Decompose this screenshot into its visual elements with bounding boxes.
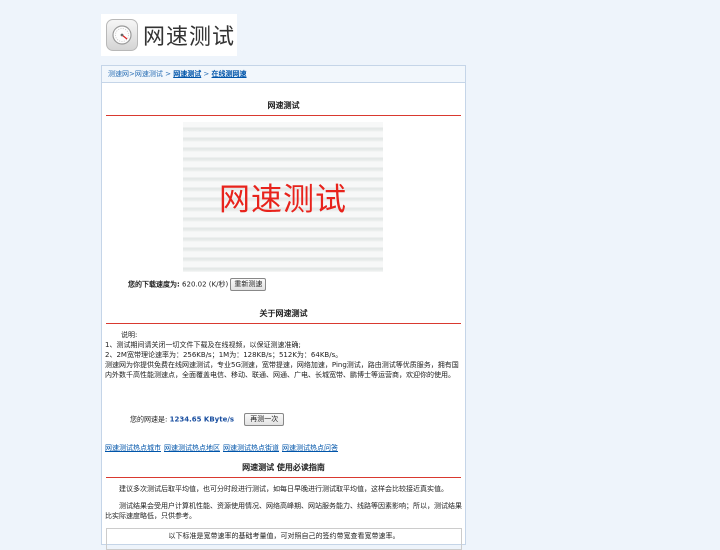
- hot-link-cities[interactable]: 网速测试热点城市: [105, 444, 161, 452]
- about-title: 关于网速测试: [259, 309, 308, 318]
- speed-result-value: 1234.65 KByte/s: [169, 415, 235, 424]
- breadcrumb: 测速网>网速测试 > 网速测试 > 在线测网速: [102, 66, 465, 83]
- bandwidth-notice: 以下标准是宽带速率的基础考量值，可对照自己的签约带宽查看宽带速率。: [106, 528, 462, 550]
- guide-paragraph-1: 建议多次测试后取平均值，也可分时段进行测试，如每日早晚进行测试取平均值，这样会比…: [119, 485, 448, 493]
- site-logo[interactable]: 网速测试: [101, 14, 237, 56]
- download-speed-row: 您的下载速度为: 620.02 (K/秒) 重新测速: [128, 278, 267, 291]
- about-line-2: 2、2M宽带理论速率为：256KB/s；1M为：128KB/s；512K为：64…: [105, 351, 343, 359]
- speed-result-row: 您的网速是: 1234.65 KByte/s 再测一次: [130, 413, 285, 426]
- breadcrumb-separator: >: [162, 70, 174, 78]
- about-intro: 说明:: [121, 331, 138, 339]
- breadcrumb-link-online[interactable]: 在线测网速: [212, 70, 247, 78]
- speedtest-title: 网速测试: [267, 101, 300, 110]
- hot-link-streets[interactable]: 网速测试热点街道: [223, 444, 279, 452]
- retest-button[interactable]: 重新测速: [230, 278, 267, 291]
- breadcrumb-home[interactable]: 测速网>网速测试: [108, 70, 163, 78]
- divider: [106, 477, 461, 478]
- speedtest-banner[interactable]: 网速测试: [183, 122, 383, 272]
- hot-link-qa[interactable]: 网速测试热点问答: [282, 444, 338, 452]
- site-title: 网速测试: [143, 25, 236, 50]
- banner-text: 网速测试: [219, 182, 347, 218]
- divider: [106, 323, 461, 324]
- guide-title: 网速测试 使用必读指南: [242, 463, 325, 472]
- main-panel: 测速网>网速测试 > 网速测试 > 在线测网速 网速测试 网速测试 您的下载速度…: [101, 65, 466, 550]
- breadcrumb-link-speedtest[interactable]: 网速测试: [173, 70, 201, 78]
- guide-paragraph-2: 测试结果会受用户计算机性能、资源使用情况、网络高峰期、网站服务能力、线路等因素影…: [105, 502, 462, 520]
- about-description: 测速网为你提供免费在线网速测试，专业5G测速，宽带提速，网络加速，Ping测试，…: [105, 361, 459, 379]
- hot-link-regions[interactable]: 网速测试热点地区: [164, 444, 220, 452]
- divider: [106, 115, 461, 116]
- test-again-button[interactable]: 再测一次: [244, 413, 285, 426]
- hot-links: 网速测试热点城市 网速测试热点地区 网速测试热点街道 网速测试热点问答: [105, 443, 341, 453]
- speed-result-label: 您的网速是:: [130, 415, 168, 424]
- breadcrumb-separator: >: [201, 70, 212, 78]
- speed-gauge-icon: [106, 19, 138, 51]
- about-line-1: 1、测试期间请关闭一切文件下载及在线视频，以保证测速准确;: [105, 341, 301, 349]
- download-speed-label: 您的下载速度为:: [128, 280, 180, 289]
- download-speed-value: 620.02 (K/秒): [182, 280, 229, 289]
